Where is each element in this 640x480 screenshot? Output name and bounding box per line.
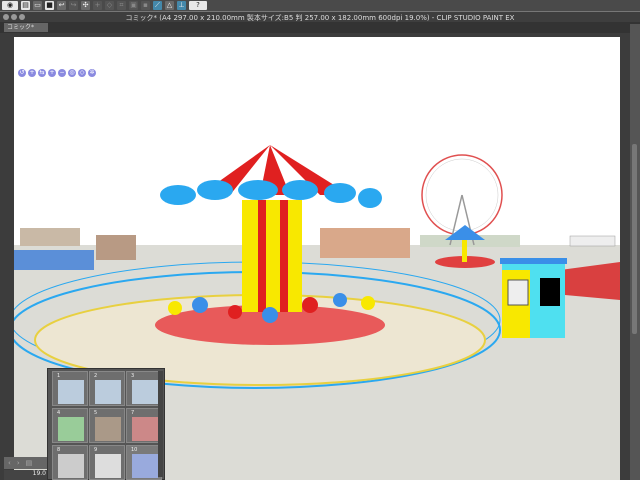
page-thumbnail[interactable]: 3 [126, 371, 162, 406]
canvas-command-bar: ↺ + ⇆ + − ◎ ◇ ✲ [18, 69, 96, 77]
carousel-pole [242, 200, 302, 312]
move-icon[interactable]: + [28, 69, 36, 77]
zoom-in-icon[interactable]: + [48, 69, 56, 77]
crop-icon[interactable]: ⌗ [117, 1, 126, 10]
tab-bar: コミック* [0, 22, 640, 33]
scrollbar-thumb[interactable] [632, 144, 637, 334]
settings-icon[interactable]: ✲ [88, 69, 96, 77]
help-icon[interactable]: ? [189, 1, 207, 10]
prev-page-icon[interactable]: ‹ [8, 459, 11, 467]
vertical-scrollbar[interactable] [630, 24, 640, 480]
rotate-icon[interactable]: ↺ [18, 69, 26, 77]
page-list-icon[interactable]: ▤ [26, 459, 33, 467]
snap-perspective-icon[interactable]: ⊥ [177, 1, 186, 10]
zoom-level[interactable]: 19.0 [4, 470, 48, 480]
flip-icon[interactable]: ⇆ [38, 69, 46, 77]
page-thumbnail[interactable]: 2 [89, 371, 125, 406]
page-thumbnail-selected[interactable]: 10 [126, 445, 162, 480]
sea [14, 250, 94, 270]
page-thumbnail[interactable]: 9 [89, 445, 125, 480]
main-toolbar: ◉ ▤ ▭ ■ ↩ ↪ ✣ + ◇ ⌗ ▣ ▪ ⟋ △ ⊥ ? [0, 0, 640, 11]
open-icon[interactable]: ▭ [33, 1, 42, 10]
page-thumbnail[interactable]: 4 [52, 408, 88, 443]
new-icon[interactable]: ▤ [21, 1, 30, 10]
page-thumbnail[interactable]: 5 [89, 408, 125, 443]
layer-icon[interactable]: ▣ [129, 1, 138, 10]
snap-ruler-icon[interactable]: ⟋ [153, 1, 162, 10]
undo-icon[interactable]: ↩ [57, 1, 66, 10]
page-thumbnail-panel: 1 2 3 4 5 7 8 9 10 [47, 368, 165, 480]
save-icon[interactable]: ■ [45, 1, 54, 10]
zoom-out-icon[interactable]: − [58, 69, 66, 77]
page-thumbnail[interactable]: 7 [126, 408, 162, 443]
panel-scrollbar[interactable] [158, 371, 163, 477]
next-page-icon[interactable]: › [17, 459, 20, 467]
title-bar: コミック* (A4 297.00 x 210.00mm 製本サイズ:B5 判 2… [0, 11, 640, 22]
eye-icon[interactable]: ◉ [2, 1, 18, 10]
page-navigation: ‹ › ▤ [4, 457, 48, 469]
tab-comic[interactable]: コミック* [4, 23, 48, 32]
ruler-icon[interactable]: + [93, 1, 102, 10]
page-thumbnail[interactable]: 1 [52, 371, 88, 406]
fit-icon[interactable]: ◎ [68, 69, 76, 77]
reset-icon[interactable]: ◇ [78, 69, 86, 77]
snap-icon[interactable]: ▪ [141, 1, 150, 10]
page-thumbnail[interactable]: 8 [52, 445, 88, 480]
redo-icon[interactable]: ↪ [69, 1, 78, 10]
fill-icon[interactable]: ◇ [105, 1, 114, 10]
snap-grid-icon[interactable]: △ [165, 1, 174, 10]
ticket-booth [500, 258, 567, 338]
transform-icon[interactable]: ✣ [81, 1, 90, 10]
